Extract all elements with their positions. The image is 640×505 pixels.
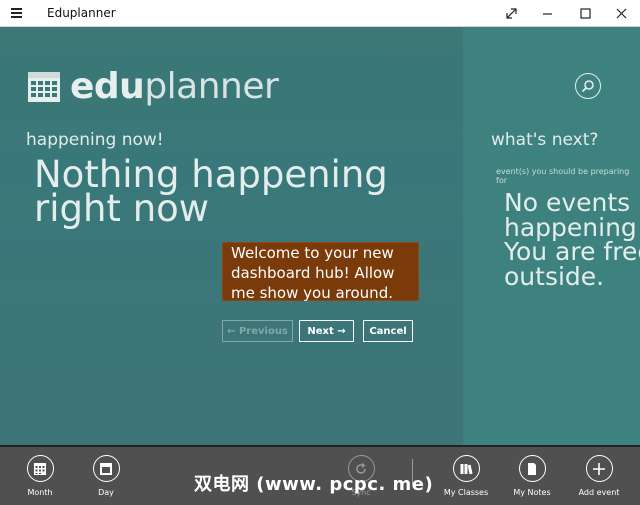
- day-label: Day: [98, 488, 114, 497]
- hamburger-menu-icon[interactable]: [8, 5, 28, 21]
- maximize-icon[interactable]: [566, 0, 604, 27]
- classes-icon: [452, 455, 480, 482]
- day-icon: [92, 455, 120, 482]
- search-icon[interactable]: [575, 73, 601, 99]
- whats-next-subheader: event(s) you should be preparing for: [496, 167, 630, 185]
- app-bar: Month Day Sync My Classes My Notes Add e…: [0, 445, 640, 505]
- cancel-button[interactable]: Cancel: [363, 320, 413, 342]
- happening-now-header: happening now!: [26, 130, 164, 150]
- logo-thin-text: planner: [144, 66, 279, 107]
- month-icon: [26, 455, 54, 482]
- tour-tooltip: Welcome to your new dashboard hub! Allow…: [222, 242, 419, 302]
- app-content: eduplanner happening now! Nothing happen…: [0, 27, 640, 445]
- whats-next-text: No events happening s You are free outsi…: [504, 188, 640, 291]
- day-button[interactable]: Day: [73, 455, 139, 497]
- month-button[interactable]: Month: [7, 455, 73, 497]
- previous-button[interactable]: ← Previous: [222, 320, 293, 342]
- my-notes-label: My Notes: [513, 488, 551, 497]
- my-classes-button[interactable]: My Classes: [433, 455, 499, 497]
- happening-now-text: Nothing happening right now: [34, 153, 388, 230]
- add-event-button[interactable]: Add event: [566, 455, 632, 497]
- add-icon: [585, 455, 613, 482]
- expand-icon[interactable]: [492, 0, 530, 27]
- logo-wordmark: eduplanner: [70, 66, 279, 107]
- app-logo: eduplanner: [28, 66, 279, 107]
- my-classes-label: My Classes: [443, 488, 489, 497]
- minimize-icon[interactable]: [528, 0, 566, 27]
- month-label: Month: [27, 488, 53, 497]
- notes-icon: [518, 455, 546, 482]
- calendar-logo-icon: [28, 72, 60, 102]
- title-bar: Eduplanner: [0, 0, 640, 27]
- next-button[interactable]: Next →: [299, 320, 354, 342]
- window-title: Eduplanner: [47, 6, 116, 20]
- my-notes-button[interactable]: My Notes: [499, 455, 565, 497]
- watermark-text: 双电网 (www. pcpc. me): [194, 474, 434, 495]
- logo-bold-text: edu: [70, 66, 145, 107]
- close-icon[interactable]: [602, 0, 640, 27]
- add-event-label: Add event: [578, 488, 620, 497]
- whats-next-header: what's next?: [491, 130, 599, 150]
